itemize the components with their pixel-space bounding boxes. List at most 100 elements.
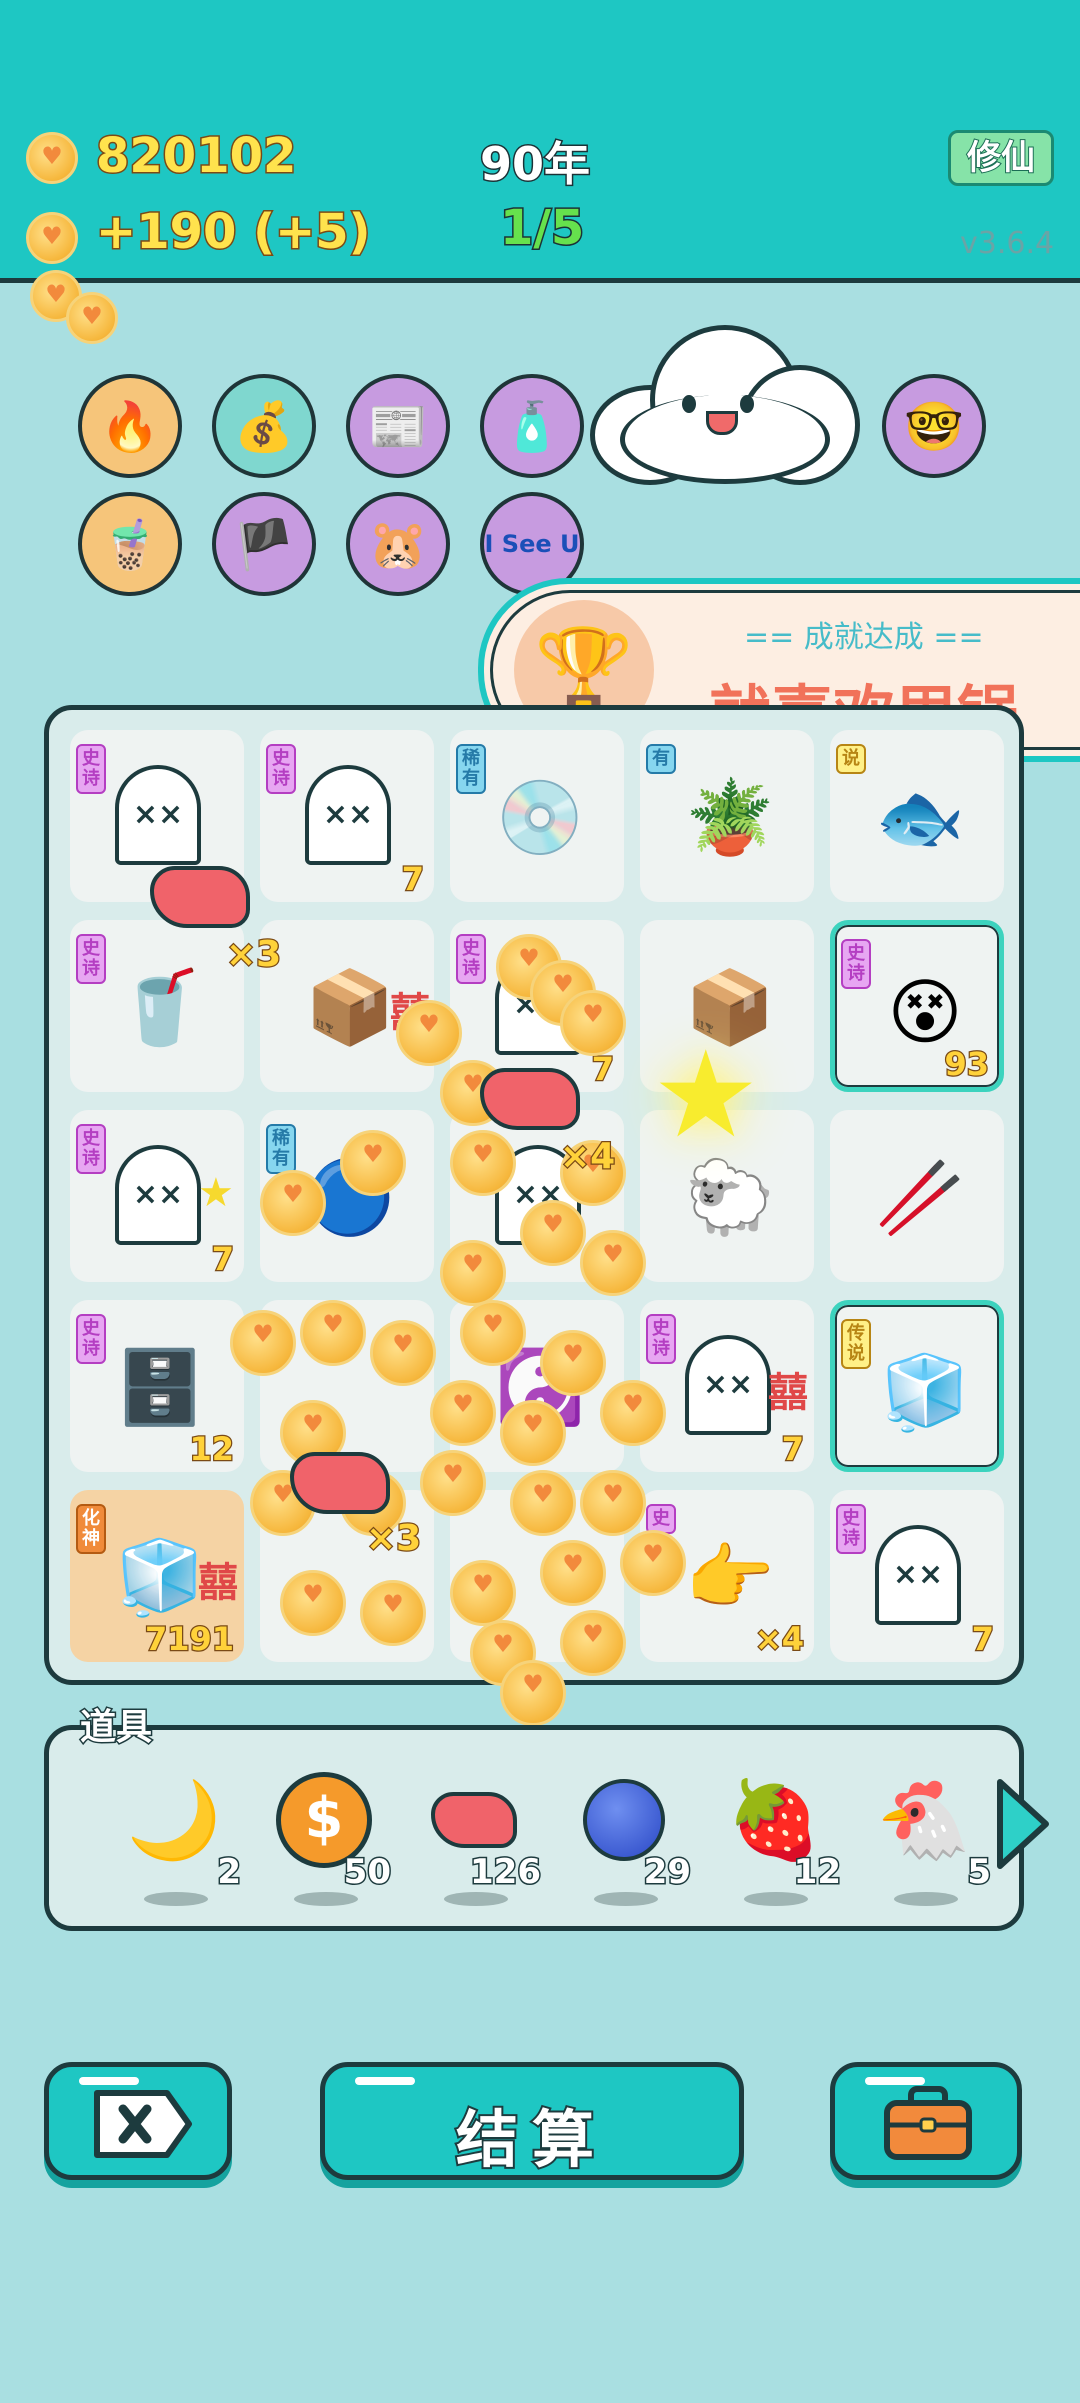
straw-icon: 🥢 [875,1154,965,1239]
heart-coin-icon [26,132,78,184]
relic-glyph: 🤓 [904,398,964,455]
ghost-icon [495,955,581,1055]
version-label: v3.6.4 [960,226,1055,261]
board-cell[interactable]: 史诗 7 [450,920,624,1092]
board-cell[interactable]: 🥢 [830,1110,1004,1282]
rarity-tag: 史诗 [456,934,486,984]
board-cell[interactable]: 说 🐟 [830,730,1004,902]
relic-glyph: 🐹 [368,516,428,573]
relic-glyph: 🔥 [100,398,160,455]
relic-label: I See U [484,530,580,558]
rarity-tag: 史诗 [646,1314,676,1364]
tool-count: 50 [342,1851,392,1894]
ghost-icon [115,765,201,865]
year-counter: 90年 [478,136,591,193]
board-cell[interactable]: 传说 🧊 [830,1300,1004,1472]
rarity-tag: 史诗 [76,934,106,984]
achievement-title: == 成就达成 == [744,620,984,655]
time-magazine-icon[interactable]: 📰 [346,374,450,478]
bagua-icon: ☯️ [495,1344,585,1429]
coin-total: 820102 [94,127,297,186]
cardboard-box-icon: 📦 [685,964,775,1049]
seed-bag-icon[interactable]: 💰 [212,374,316,478]
board-cell[interactable] [260,1300,434,1472]
wood-pot-icon: 🪴 [685,774,775,859]
board-cell[interactable] [260,1490,434,1662]
tool-item[interactable]: 🐔 5 [859,1770,999,1920]
close-button[interactable] [44,2062,232,2180]
item-count: 7 [210,1239,235,1280]
board-cell[interactable]: 史诗 🗄️ 12 [70,1300,244,1472]
meerkats-icon[interactable]: 🐹 [346,492,450,596]
board-cell[interactable]: 史诗 [70,730,244,902]
board-cell[interactable] [450,1490,624,1662]
sheep-icon: 🐑 [685,1154,775,1239]
relic-glyph: 🏴 [234,516,294,573]
board-cell[interactable]: 史诗 7 [830,1490,1004,1662]
ghost-icon [495,1145,581,1245]
double-happiness-icon: 囍 [768,1370,808,1416]
rarity-tag: 史诗 [76,1314,106,1364]
heart-flame-icon[interactable]: 🔥 [78,374,182,478]
tool-count: 12 [792,1851,842,1894]
ghost-icon [685,1335,771,1435]
heart-coin-icon [26,212,78,264]
rarity-tag: 传说 [841,1319,871,1369]
board-cell[interactable] [450,1110,624,1282]
item-count: 7 [400,859,425,900]
tools-panel: 🌙 2 $ 50 126 29 🍓 12 🐔 5 [44,1725,1024,1931]
rarity-tag: 史诗 [841,939,871,989]
item-count: 7 [780,1429,805,1470]
tool-count: 126 [469,1851,543,1894]
rarity-tag: 稀有 [266,1124,296,1174]
board-cell[interactable]: 📦 [640,920,814,1092]
board-cell[interactable]: ☯️ [450,1300,624,1472]
close-icon [94,2090,192,2158]
tool-item[interactable]: 126 [409,1770,549,1920]
item-count: 7 [590,1049,615,1090]
board-cell[interactable]: 史诗 🥤 [70,920,244,1092]
tool-count: 5 [966,1851,993,1894]
tool-item[interactable]: 29 [559,1770,699,1920]
rarity-tag: 化神 [76,1504,106,1554]
board-cell[interactable]: 史诗 7 [260,730,434,902]
item-count: 7 [970,1619,995,1660]
board-cell[interactable]: 史诗 ★ 7 [70,1110,244,1282]
board-cell[interactable]: 化神 🧊 囍 7191 [70,1490,244,1662]
double-happiness-icon: 囍 [390,990,430,1036]
rarity-tag: 史诗 [76,1124,106,1174]
board-cell[interactable]: 🐑 [640,1110,814,1282]
board-cell[interactable]: 史诗 😵 93 [830,920,1004,1092]
bubble-tea-icon[interactable]: 🧋 [78,492,182,596]
bubble-tea-icon: 🥤 [115,964,205,1049]
slot-board: 史诗 史诗 7 稀有 💿 有 🪴 说 🐟 史诗 🥤 📦 囍 史诗 7 📦 史诗 … [44,705,1024,1685]
server-rack-icon: 🗄️ [115,1344,205,1429]
tool-item[interactable]: $ 50 [259,1770,399,1920]
koi-icon: 🐟 [875,774,965,859]
eyepatch-icon[interactable]: 🏴 [212,492,316,596]
cloud-mascot [590,325,860,485]
item-count: 12 [188,1429,235,1470]
item-count: 7191 [144,1619,236,1660]
cultivate-button[interactable]: 修仙 [948,130,1054,186]
tool-item[interactable]: 🌙 2 [109,1770,249,1920]
tool-item[interactable]: 🍓 12 [709,1770,849,1920]
board-cell[interactable]: 稀有 💿 [450,730,624,902]
fridge-icon: 🧊 [115,1534,205,1619]
item-count: ×4 [754,1619,806,1660]
relic-glyph: 📰 [368,398,428,455]
inventory-button[interactable] [830,2062,1022,2180]
board-cell[interactable]: 有 🪴 [640,730,814,902]
tool-count: 29 [642,1851,692,1894]
next-arrow-icon[interactable] [992,1774,1052,1874]
star-icon: ★ [198,1170,234,1216]
ghost-icon [305,765,391,865]
settle-button[interactable]: 结算 [320,2062,744,2180]
nerd-face-icon[interactable]: 🤓 [882,374,986,478]
board-cell[interactable]: 📦 囍 [260,920,434,1092]
spray-bottle-icon[interactable]: 🧴 [480,374,584,478]
board-cell[interactable]: 稀有 🔵 [260,1110,434,1282]
board-cell[interactable]: 史 👉 ×4 [640,1490,814,1662]
board-cell[interactable]: 史诗 囍 7 [640,1300,814,1472]
relic-glyph: 🧴 [502,398,562,455]
